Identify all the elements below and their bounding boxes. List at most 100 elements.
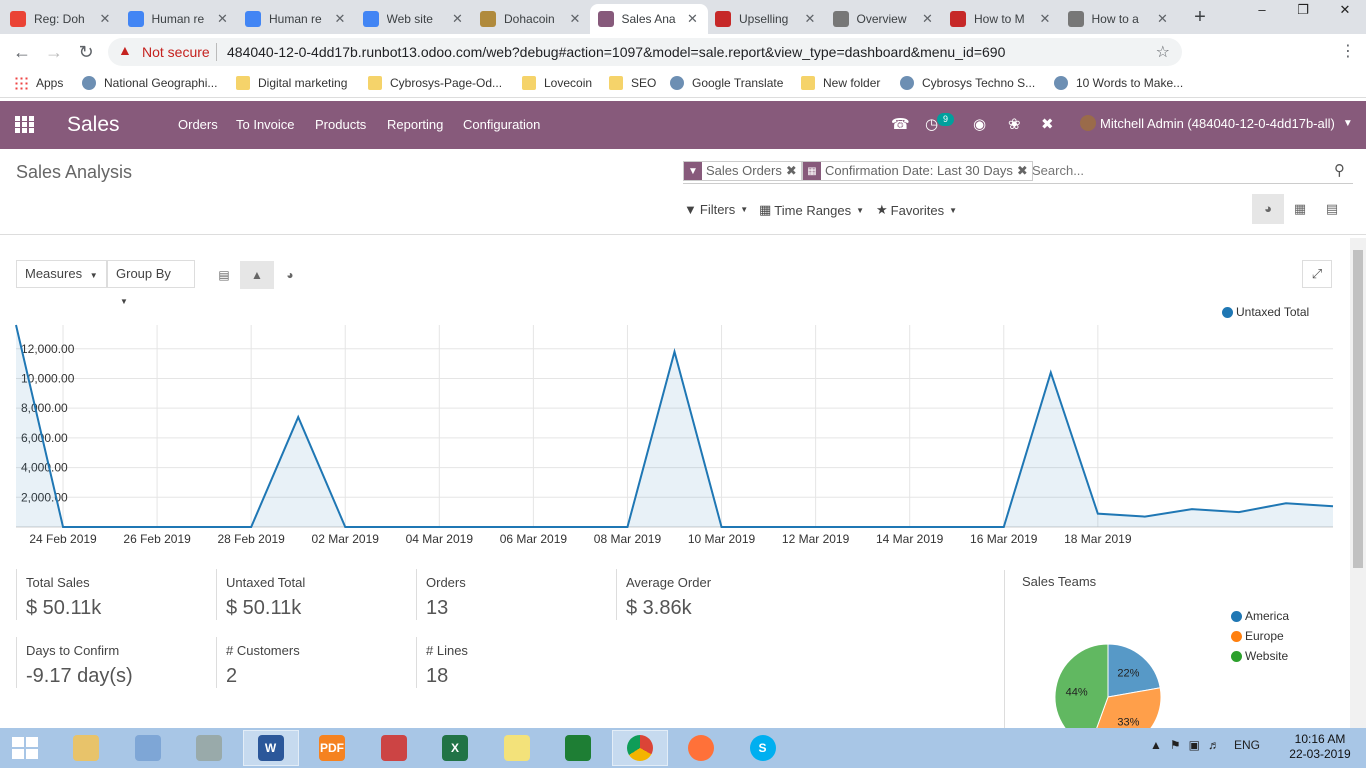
aggregate-customers[interactable]: # Customers 2 xyxy=(216,637,406,688)
browser-tab[interactable]: How to a ✕ xyxy=(1060,4,1178,34)
close-tab-icon[interactable]: ✕ xyxy=(451,11,465,27)
dashboard-view-icon[interactable]: ◕ xyxy=(1252,194,1284,224)
group-by-dropdown[interactable]: Group By ▼ xyxy=(107,260,195,306)
bookmark-google-translate[interactable]: Google Translate xyxy=(670,76,783,90)
remove-facet-icon[interactable]: ✖ xyxy=(786,162,801,180)
line-chart-icon[interactable]: ▲ xyxy=(240,261,274,289)
close-tab-icon[interactable]: ✕ xyxy=(1156,11,1170,27)
bar-chart-icon[interactable]: ▤ xyxy=(207,261,241,289)
pie-chart-icon[interactable]: ◕ xyxy=(273,261,307,289)
volume-icon[interactable]: ♬ xyxy=(1208,738,1220,752)
graph-view-icon[interactable]: ▤ xyxy=(1316,194,1348,224)
menu-products[interactable]: Products xyxy=(315,117,366,132)
taskbar-excel[interactable]: X xyxy=(427,730,483,766)
tray-flag-icon[interactable]: ⚑ xyxy=(1170,738,1181,752)
menu-configuration[interactable]: Configuration xyxy=(463,117,540,132)
measures-dropdown[interactable]: Measures ▼ xyxy=(16,260,107,288)
url-text[interactable]: 484040-12-0-4dd17b.runbot13.odoo.com/web… xyxy=(227,44,1005,60)
close-tab-icon[interactable]: ✕ xyxy=(1038,11,1052,27)
address-bar[interactable]: ▲ Not secure 484040-12-0-4dd17b.runbot13… xyxy=(108,38,1182,66)
taskbar-explorer[interactable] xyxy=(58,730,114,766)
bookmark-seo[interactable]: SEO xyxy=(609,76,656,90)
aggregate-total-sales[interactable]: Total Sales $ 50.11k xyxy=(16,569,206,620)
taskbar-firefox[interactable] xyxy=(673,730,729,766)
bookmark-new-folder[interactable]: New folder xyxy=(801,76,880,90)
facet-confirmation-date[interactable]: ▦ Confirmation Date: Last 30 Days ✖ xyxy=(802,161,1033,181)
bookmark-10-words-to-make[interactable]: 10 Words to Make... xyxy=(1054,76,1183,90)
close-tab-icon[interactable]: ✕ xyxy=(98,11,112,27)
chrome-menu-icon[interactable]: ⋮ xyxy=(1336,40,1360,64)
taskbar-notes[interactable] xyxy=(120,730,176,766)
forward-button[interactable]: → xyxy=(42,40,66,64)
bookmark-digital-marketing[interactable]: Digital marketing xyxy=(236,76,347,90)
browser-tab[interactable]: Web site ✕ xyxy=(355,4,473,34)
taskbar-pdf[interactable]: PDF xyxy=(304,730,360,766)
browser-tab[interactable]: Reg: Doh ✕ xyxy=(2,4,120,34)
phone-icon[interactable]: ☎ xyxy=(891,115,910,133)
start-button[interactable] xyxy=(0,730,50,766)
minimize-button[interactable]: – xyxy=(1247,0,1277,22)
aggregate-orders[interactable]: Orders 13 xyxy=(416,569,606,620)
browser-tab[interactable]: Upselling ✕ xyxy=(707,4,825,34)
scrollbar-thumb[interactable] xyxy=(1353,250,1363,568)
browser-tab[interactable]: Human re ✕ xyxy=(120,4,238,34)
taskbar-chrome[interactable] xyxy=(611,730,668,766)
close-tab-icon[interactable]: ✕ xyxy=(803,11,817,27)
user-menu[interactable]: Mitchell Admin (484040-12-0-4dd17b-all) … xyxy=(1080,115,1353,131)
aggregate-days-to-confirm[interactable]: Days to Confirm -9.17 day(s) xyxy=(16,637,206,688)
not-secure-label[interactable]: Not secure xyxy=(142,44,210,60)
bookmark-cybrosys-page-od[interactable]: Cybrosys-Page-Od... xyxy=(368,76,502,90)
taskbar-skype[interactable]: S xyxy=(735,730,791,766)
clock[interactable]: 10:16 AM 22-03-2019 xyxy=(1288,732,1352,762)
favorites-button[interactable]: ★ Favorites ▼ xyxy=(876,202,957,218)
bookmark-lovecoin[interactable]: Lovecoin xyxy=(522,76,592,90)
bookmark-star-icon[interactable]: ☆ xyxy=(1156,42,1170,62)
taskbar-media[interactable] xyxy=(181,730,237,766)
close-tab-icon[interactable]: ✕ xyxy=(333,11,347,27)
restore-button[interactable]: ❐ xyxy=(1288,0,1318,22)
taskbar-sticky[interactable] xyxy=(489,730,545,766)
page-scrollbar[interactable] xyxy=(1350,238,1366,728)
bookmark-cybrosys-techno-s[interactable]: Cybrosys Techno S... xyxy=(900,76,1035,90)
aggregate-untaxed-total[interactable]: Untaxed Total $ 50.11k xyxy=(216,569,406,620)
browser-tab[interactable]: Overview ✕ xyxy=(825,4,943,34)
new-tab-button[interactable]: + xyxy=(1188,6,1212,30)
close-window-button[interactable]: ✕ xyxy=(1330,0,1360,22)
network-icon[interactable]: ▣ xyxy=(1189,738,1200,752)
aggregate-lines[interactable]: # Lines 18 xyxy=(416,637,606,688)
app-name[interactable]: Sales xyxy=(67,113,120,137)
tray-chevron-icon[interactable]: ▲ xyxy=(1150,738,1162,752)
tools-icon[interactable]: ✖ xyxy=(1041,115,1054,133)
back-button[interactable]: ← xyxy=(10,40,34,64)
aggregate-average-order[interactable]: Average Order $ 3.86k xyxy=(616,569,806,620)
menu-reporting[interactable]: Reporting xyxy=(387,117,443,132)
expand-icon[interactable]: ⤢ xyxy=(1302,260,1332,288)
chat-icon[interactable]: ◉ xyxy=(973,115,986,133)
pivot-view-icon[interactable]: ▦ xyxy=(1284,194,1316,224)
time-ranges-button[interactable]: ▦ Time Ranges ▼ xyxy=(759,202,864,218)
taskbar-snipping[interactable] xyxy=(366,730,422,766)
taskbar-calculator[interactable] xyxy=(550,730,606,766)
close-tab-icon[interactable]: ✕ xyxy=(568,11,582,27)
close-tab-icon[interactable]: ✕ xyxy=(216,11,230,27)
bookmark-apps[interactable]: Apps xyxy=(14,76,63,90)
browser-tab[interactable]: Sales Ana ✕ xyxy=(589,4,708,34)
menu-orders[interactable]: Orders xyxy=(178,117,218,132)
search-input[interactable] xyxy=(1032,163,1322,178)
browser-tab[interactable]: Human re ✕ xyxy=(237,4,355,34)
language-indicator[interactable]: ENG xyxy=(1234,738,1260,752)
browser-tab[interactable]: How to M ✕ xyxy=(942,4,1060,34)
browser-tab[interactable]: Dohacoin ✕ xyxy=(472,4,590,34)
facet-sales-orders[interactable]: ▼ Sales Orders ✖ xyxy=(683,161,802,181)
reload-button[interactable]: ↻ xyxy=(74,40,98,64)
bookmark-national-geographi[interactable]: National Geographi... xyxy=(82,76,217,90)
debug-bug-icon[interactable]: ❀ xyxy=(1008,115,1021,133)
close-tab-icon[interactable]: ✕ xyxy=(686,11,700,27)
apps-menu-icon[interactable] xyxy=(15,116,35,134)
menu-to-invoice[interactable]: To Invoice xyxy=(236,117,295,132)
filters-button[interactable]: ▼ Filters ▼ xyxy=(684,202,748,217)
search-icon[interactable]: ⚲ xyxy=(1334,161,1345,179)
close-tab-icon[interactable]: ✕ xyxy=(921,11,935,27)
remove-facet-icon[interactable]: ✖ xyxy=(1017,162,1032,180)
taskbar-word[interactable]: W xyxy=(242,730,299,766)
